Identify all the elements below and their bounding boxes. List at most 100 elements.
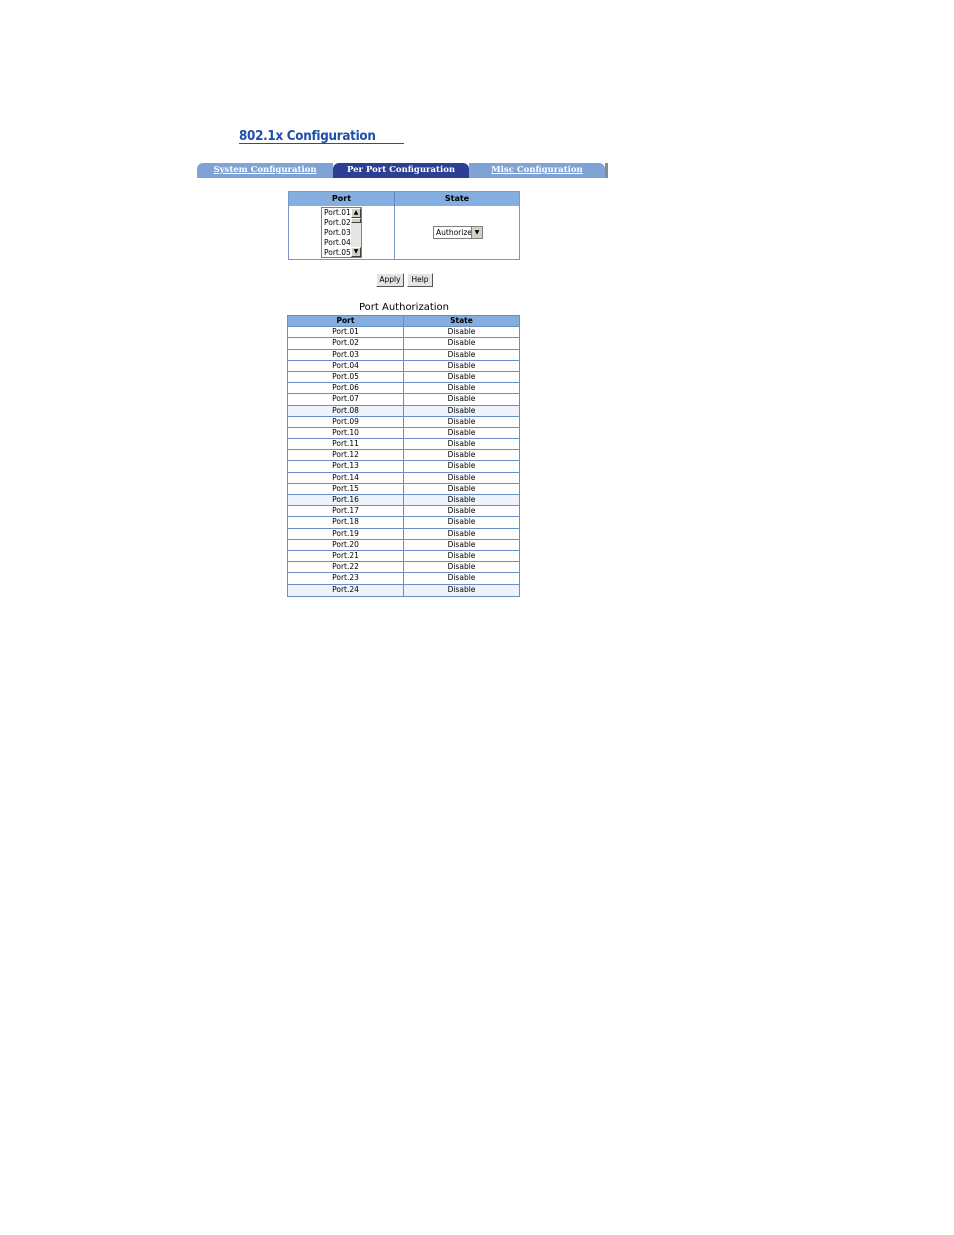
state-cell: Disable — [447, 550, 476, 560]
state-cell: Disable — [447, 427, 476, 437]
state-cell: Disable — [447, 495, 476, 504]
state-select[interactable]: Authorize ▼ — [433, 226, 483, 239]
port-option[interactable]: Port.01 — [322, 208, 352, 218]
port-cell: Port.06 — [288, 383, 404, 394]
port-authorization-title: Port Authorization — [359, 302, 449, 313]
port-cell: Port.12 — [288, 450, 404, 461]
port-cell: Port.16 — [288, 495, 404, 506]
table-row: Port.22 Disable — [288, 562, 519, 574]
table-row: Port.15 Disable — [288, 483, 519, 495]
table-row: Port.20 Disable — [288, 539, 519, 551]
state-cell: Disable — [447, 383, 476, 393]
table-row: Port.01 Disable — [288, 327, 519, 339]
scroll-down-icon[interactable]: ▼ — [351, 247, 361, 257]
tab-per-port-configuration[interactable]: Per Port Configuration — [333, 163, 469, 178]
title-underline — [239, 143, 404, 144]
port-cell: Port.17 — [288, 506, 404, 517]
port-cell: Port.21 — [288, 550, 404, 562]
state-cell: Disable — [447, 483, 476, 493]
port-cell: Port.10 — [288, 427, 404, 439]
port-cell: Port.20 — [288, 539, 404, 550]
port-header-cell: Port — [288, 316, 404, 327]
state-cell: Disable — [447, 360, 476, 370]
port-cell: Port.18 — [288, 517, 404, 528]
port-cell: Port.19 — [288, 528, 404, 539]
listbox-scrollbar[interactable]: ▲ ▼ — [351, 208, 361, 257]
table-row: Port.19 Disable — [288, 528, 519, 540]
table-row: Port.07 Disable — [288, 394, 519, 406]
table-row: Port.10 Disable — [288, 427, 519, 440]
table-row: Port.24 Disable — [288, 584, 519, 596]
state-cell: Disable — [447, 371, 476, 381]
state-cell: Disable — [447, 405, 476, 415]
tab-bar: System Configuration Per Port Configurat… — [197, 163, 608, 178]
help-button[interactable]: Help — [407, 273, 433, 287]
port-option[interactable]: Port.04 — [322, 238, 352, 248]
port-cell: Port.24 — [288, 584, 404, 596]
table-row: Port.21 Disable — [288, 550, 519, 563]
table-row: Port.09 Disable — [288, 416, 519, 428]
state-cell: Disable — [447, 394, 476, 404]
port-cell: Port.13 — [288, 461, 404, 472]
state-cell: Disable — [447, 517, 476, 527]
page-title: 802.1x Configuration — [239, 129, 376, 144]
port-cell: Port.15 — [288, 483, 404, 494]
state-cell: Disable — [447, 584, 476, 594]
table-row: Port.08 Disable — [288, 405, 519, 417]
port-cell: Port.11 — [288, 439, 404, 450]
state-column-header: State — [395, 192, 519, 206]
state-cell: Disable — [447, 461, 476, 471]
port-cell: Port.01 — [288, 327, 404, 338]
state-cell: Disable — [447, 416, 476, 426]
port-cell: Port.09 — [288, 416, 404, 427]
apply-button[interactable]: Apply — [376, 273, 404, 287]
state-cell: Disable — [447, 472, 476, 482]
table-row: Port.03 Disable — [288, 349, 519, 361]
scroll-thumb[interactable] — [351, 218, 361, 223]
state-cell: Disable — [447, 506, 476, 516]
table-row: Port.12 Disable — [288, 450, 519, 462]
state-cell: Disable — [447, 439, 476, 449]
port-option[interactable]: Port.02 — [322, 218, 352, 228]
column-divider — [394, 206, 395, 260]
chevron-down-icon[interactable]: ▼ — [471, 227, 482, 238]
table-row: Port.14 Disable — [288, 472, 519, 484]
table-row: Port.11 Disable — [288, 439, 519, 451]
table-row: Port.05 Disable — [288, 371, 519, 384]
port-cell: Port.23 — [288, 573, 404, 584]
state-cell: Disable — [447, 528, 476, 538]
port-cell: Port.03 — [288, 349, 404, 360]
state-cell: Disable — [447, 349, 476, 359]
table-row: Port.02 Disable — [288, 338, 519, 350]
table-row: Port.17 Disable — [288, 506, 519, 518]
port-cell: Port.04 — [288, 360, 404, 371]
state-header-cell: State — [450, 316, 473, 325]
state-select-value: Authorize — [436, 228, 472, 237]
port-cell: Port.02 — [288, 338, 404, 349]
table-row: Port.13 Disable — [288, 461, 519, 473]
port-cell: Port.22 — [288, 562, 404, 573]
per-port-config-panel: Port State Port.01 Port.02 Port.03 Port.… — [288, 191, 520, 260]
state-cell: Disable — [447, 539, 476, 549]
state-cell: Disable — [447, 327, 476, 337]
tab-bar-edge — [605, 163, 608, 178]
port-column-header: Port — [289, 192, 395, 206]
state-cell: Disable — [447, 338, 476, 348]
table-row: Port.16 Disable — [288, 495, 519, 507]
port-cell: Port.08 — [288, 405, 404, 416]
table-row: Port.18 Disable — [288, 517, 519, 529]
tab-system-configuration[interactable]: System Configuration — [197, 163, 333, 178]
port-option[interactable]: Port.05 — [322, 248, 352, 257]
scroll-up-icon[interactable]: ▲ — [351, 208, 361, 218]
state-cell: Disable — [447, 573, 476, 583]
port-cell: Port.05 — [288, 371, 404, 383]
table-row: Port.06 Disable — [288, 383, 519, 395]
table-row: Port.23 Disable — [288, 573, 519, 585]
table-header-row: Port State — [288, 316, 519, 328]
port-authorization-table: Port State Port.01 Disable Port.02 Disable P… — [287, 315, 520, 597]
port-option[interactable]: Port.03 — [322, 228, 352, 238]
state-cell: Disable — [447, 450, 476, 460]
tab-misc-configuration[interactable]: Misc Configuration — [469, 163, 605, 178]
state-cell: Disable — [447, 562, 476, 572]
port-listbox[interactable]: Port.01 Port.02 Port.03 Port.04 Port.05 … — [321, 207, 362, 258]
